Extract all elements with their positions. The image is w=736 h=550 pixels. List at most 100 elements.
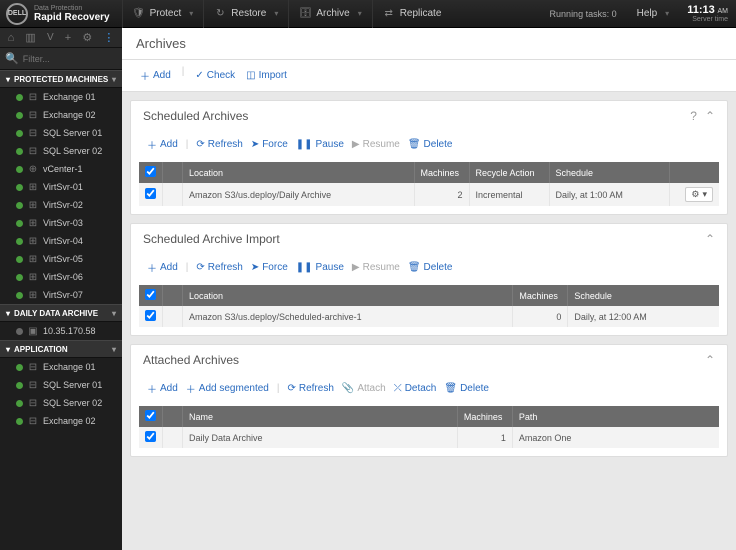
delete-button[interactable]: 🗑Delete	[404, 260, 457, 275]
sidebar-item[interactable]: ⊟SQL Server 02	[0, 394, 122, 412]
force-button[interactable]: ➤Force	[247, 260, 292, 275]
pause-button[interactable]: ❚❚Pause	[292, 137, 348, 152]
refresh-button[interactable]: ⟳Refresh	[283, 381, 337, 396]
v-icon[interactable]: V	[47, 32, 54, 43]
topbar: DELL Data Protection Rapid Recovery 🛡Pro…	[0, 0, 736, 28]
add-segmented-button[interactable]: ＋Add segmented	[182, 379, 273, 398]
help-icon[interactable]: ?	[690, 109, 697, 123]
sidebar-item[interactable]: ⊟Exchange 01	[0, 358, 122, 376]
home-icon[interactable]: ⌂	[8, 32, 15, 44]
sidebar-item[interactable]: ⊞VirtSvr-04	[0, 232, 122, 250]
machine-icon: ▣	[28, 326, 38, 337]
add-button[interactable]: ＋Add	[143, 379, 182, 398]
archive-menu[interactable]: 🗄Archive▾	[288, 0, 371, 28]
machine-icon: ⊞	[28, 218, 38, 229]
table-row[interactable]: Amazon S3/us.deploy/Daily Archive 2 Incr…	[139, 183, 719, 206]
status-dot	[16, 202, 23, 209]
force-button[interactable]: ➤Force	[247, 137, 292, 152]
delete-button[interactable]: 🗑Delete	[404, 137, 457, 152]
row-checkbox[interactable]	[145, 431, 156, 442]
filter-input[interactable]	[23, 54, 122, 64]
import-icon: ◫	[246, 70, 255, 81]
sidebar-item[interactable]: ▣10.35.170.58	[0, 322, 122, 340]
bars-icon[interactable]: ▥	[25, 31, 35, 44]
scheduled-import-panel: Scheduled Archive Import ⌃ ＋Add| ⟳Refres…	[130, 223, 728, 336]
machine-icon: ⊞	[28, 236, 38, 247]
chevron-down-icon: ▾	[112, 75, 116, 84]
gear-icon[interactable]: ⚙	[82, 31, 92, 44]
machine-icon: ⊟	[28, 146, 38, 157]
play-icon: ▶	[352, 139, 360, 150]
row-checkbox[interactable]	[145, 188, 156, 199]
pause-icon: ❚❚	[296, 139, 313, 150]
brand: Data Protection Rapid Recovery	[34, 5, 110, 23]
import-button[interactable]: ◫Import	[242, 66, 291, 85]
table-row[interactable]: Amazon S3/us.deploy/Scheduled-archive-1 …	[139, 306, 719, 327]
sidebar-item[interactable]: ⊞ VirtSvr-07	[0, 286, 122, 304]
collapse-icon[interactable]: ⌃	[705, 232, 715, 246]
chevron-down-icon: ▾	[702, 189, 707, 200]
detach-button[interactable]: ⤫Detach	[390, 381, 441, 396]
pause-icon: ❚❚	[296, 262, 313, 273]
protect-menu[interactable]: 🛡Protect▾	[122, 0, 204, 28]
machine-icon: ⊟	[28, 362, 38, 373]
sidebar-item[interactable]: ⊟Exchange 02	[0, 106, 122, 124]
status-dot	[16, 184, 23, 191]
sidebar-item[interactable]: ⊟SQL Server 01	[0, 124, 122, 142]
plus-icon[interactable]: +	[65, 32, 71, 44]
select-all-checkbox[interactable]	[145, 410, 156, 421]
add-button[interactable]: ＋Add	[143, 258, 182, 277]
sidebar-item[interactable]: ⊟Exchange 01	[0, 88, 122, 106]
pause-button[interactable]: ❚❚Pause	[292, 260, 348, 275]
table-row[interactable]: Daily Data Archive 1 Amazon One	[139, 427, 719, 448]
sidebar-item[interactable]: ⊟SQL Server 01	[0, 376, 122, 394]
chevron-down-icon: ▾	[112, 309, 116, 318]
replicate-menu[interactable]: ⇄Replicate	[372, 0, 452, 28]
sidebar-item[interactable]: ⊞VirtSvr-02	[0, 196, 122, 214]
sidebar-item[interactable]: ⊞VirtSvr-01	[0, 178, 122, 196]
sidebar-item-label: VirtSvr-03	[43, 218, 83, 228]
check-icon: ✓	[195, 70, 203, 81]
add-button[interactable]: ＋Add	[143, 135, 182, 154]
chevron-down-icon: ▾	[112, 345, 116, 354]
collapse-icon[interactable]: ⌃	[705, 353, 715, 367]
sidebar-item[interactable]: ⊞VirtSvr-05	[0, 250, 122, 268]
search-icon: 🔍	[5, 52, 19, 65]
sidebar-item[interactable]: ⊟Exchange 02	[0, 412, 122, 430]
scheduled-archives-table: Location Machines Recycle Action Schedul…	[139, 162, 719, 206]
add-button[interactable]: ＋Add	[136, 66, 175, 85]
check-button[interactable]: ✓Check	[191, 66, 239, 85]
running-tasks[interactable]: Running tasks: 0	[540, 9, 627, 19]
row-checkbox[interactable]	[145, 310, 156, 321]
more-icon[interactable]: ⋮	[103, 31, 114, 44]
collapse-icon[interactable]: ⌃	[705, 109, 715, 123]
select-all-checkbox[interactable]	[145, 289, 156, 300]
sidebar-item-label: VirtSvr-07	[43, 290, 83, 300]
row-actions-button[interactable]: ⚙ ▾	[685, 187, 713, 202]
sidebar-item[interactable]: ⊞VirtSvr-06	[0, 268, 122, 286]
select-all-checkbox[interactable]	[145, 166, 156, 177]
archive-icon: 🗄	[299, 8, 311, 20]
restore-menu[interactable]: ↻Restore▾	[203, 0, 288, 28]
machine-icon: ⊟	[28, 92, 38, 103]
machine-icon: ⊞	[28, 290, 38, 301]
page-title: Archives	[122, 28, 736, 60]
refresh-button[interactable]: ⟳Refresh	[192, 137, 246, 152]
sidebar-section-header[interactable]: ▾DAILY DATA ARCHIVE▾	[0, 304, 122, 322]
status-dot	[16, 274, 23, 281]
scheduled-import-table: Location Machines Schedule Amazon S3/us.…	[139, 285, 719, 327]
dell-logo: DELL	[6, 3, 28, 25]
search-box[interactable]: 🔍 ◎	[0, 48, 122, 70]
machine-icon: ⊞	[28, 200, 38, 211]
sidebar-item[interactable]: ⊕vCenter-1	[0, 160, 122, 178]
delete-button[interactable]: 🗑Delete	[440, 381, 493, 396]
help-menu[interactable]: Help▾	[627, 0, 680, 28]
sidebar-section-header[interactable]: ▾PROTECTED MACHINES▾	[0, 70, 122, 88]
sidebar-section-header[interactable]: ▾APPLICATION▾	[0, 340, 122, 358]
detach-icon: ⤫	[394, 383, 402, 394]
sidebar-item[interactable]: ⊞ VirtSvr-03	[0, 214, 122, 232]
panel-title: Scheduled Archive Import	[143, 232, 280, 246]
sidebar-item[interactable]: ⊟SQL Server 02	[0, 142, 122, 160]
panel-title: Attached Archives	[143, 353, 239, 367]
refresh-button[interactable]: ⟳Refresh	[192, 260, 246, 275]
